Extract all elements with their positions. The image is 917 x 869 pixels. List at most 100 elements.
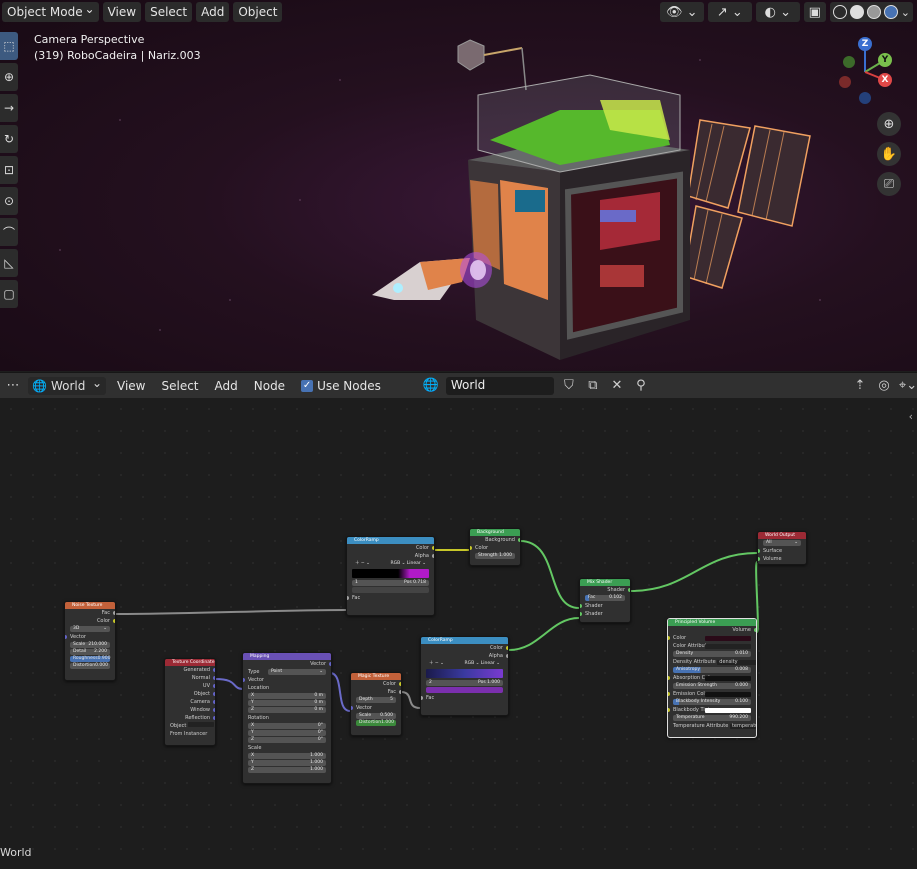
duplicate-icon[interactable]: ⧉	[584, 377, 602, 395]
node-menu-select[interactable]: Select	[156, 377, 203, 395]
color-attribute-row[interactable]: Color Attribute	[668, 642, 756, 650]
node-texture-coordinate[interactable]: Texture Coordinate Generated Normal UV O…	[164, 658, 216, 746]
annotate-icon[interactable]: ⌒	[0, 218, 18, 246]
rendered-shading-icon[interactable]	[883, 5, 898, 19]
pan-hand-icon[interactable]: ✋	[877, 142, 901, 166]
depth-field[interactable]: Depth 5	[356, 697, 396, 703]
node-colorramp-2[interactable]: ColorRamp Color Alpha ＋ − ⌄ RGB ⌄ Linear …	[420, 636, 509, 716]
menu-view[interactable]: View	[102, 2, 142, 22]
density-field[interactable]: Density 0.010	[673, 651, 751, 657]
solid-shading-icon[interactable]	[849, 5, 864, 19]
node-background[interactable]: Background Background Color Strength 1.00…	[469, 528, 521, 566]
temperature-attribute-row[interactable]: Temperature Attribute temperature	[668, 722, 756, 730]
scale-field[interactable]: Scale 0.500	[356, 713, 396, 719]
location-x-field[interactable]: X0 m	[248, 693, 326, 699]
from-instancer-checkbox[interactable]: From Instancer	[165, 730, 215, 738]
node-principled-volume[interactable]: Principled Volume Volume Color Color Att…	[667, 618, 757, 738]
parent-node-tree-icon[interactable]: ⇡	[851, 377, 869, 395]
menu-add[interactable]: Add	[196, 2, 230, 22]
zoom-icon[interactable]: ⊕	[877, 112, 901, 136]
use-nodes-checkbox[interactable]: ✓	[301, 379, 314, 392]
rotation-y-field[interactable]: Y 0°	[248, 730, 326, 736]
cursor-icon[interactable]: ⊕	[0, 63, 18, 91]
anisotropy-field[interactable]: Anisotropy 0.008	[673, 667, 751, 673]
location-z-field[interactable]: Z0 m	[248, 707, 326, 713]
node-menu-view[interactable]: View	[112, 377, 150, 395]
shader-type-select[interactable]: 🌐 World	[28, 376, 106, 395]
ramp-mode-select[interactable]: ＋ − ⌄ RGB ⌄ Linear ⌄	[352, 561, 429, 567]
ramp-stop-fields[interactable]: 1 Pos 0.718	[352, 580, 429, 586]
rotate-icon[interactable]: ↻	[0, 125, 18, 153]
add-cube-icon[interactable]: ▢	[0, 280, 18, 308]
axis-y-icon[interactable]: Y	[878, 53, 892, 67]
move-icon[interactable]: →	[0, 94, 18, 122]
sidebar-toggle-icon[interactable]: ‹	[909, 410, 913, 423]
blackbody-tint-row[interactable]: Blackbody Tint	[668, 706, 756, 714]
scale-x-field[interactable]: X 1.000	[248, 753, 326, 759]
menu-object[interactable]: Object	[233, 2, 283, 22]
ramp-mode-select[interactable]: ＋ − ⌄ RGB ⌄ Linear ⌄	[426, 661, 503, 667]
menu-select[interactable]: Select	[145, 2, 193, 22]
target-select[interactable]: All ⌄	[763, 540, 801, 546]
node-world-output[interactable]: World Output All ⌄ Surface Volume	[757, 531, 807, 565]
dimensions-select[interactable]: 3D ⌄	[70, 626, 110, 632]
scale-field[interactable]: Scale 210.000	[70, 642, 110, 648]
mode-select[interactable]: Object Mode	[2, 1, 99, 22]
scale-z-field[interactable]: Z 1.000	[248, 767, 326, 773]
density-attribute-row[interactable]: Density Attribute density	[668, 658, 756, 666]
editor-type-icon[interactable]: ⋯	[4, 377, 22, 395]
wireframe-shading-icon[interactable]	[832, 5, 847, 19]
object-picker[interactable]: Object	[165, 722, 215, 730]
distortion-field[interactable]: Distortion 1.000	[356, 720, 396, 726]
navigation-gizmo[interactable]: Z Y X	[829, 36, 899, 106]
overlays-icon[interactable]: ◐ ⌄	[755, 2, 800, 22]
shading-dropdown-icon[interactable]: ⌄	[901, 6, 910, 19]
distortion-field[interactable]: Distortion 0.000	[70, 663, 110, 669]
ramp-stop-fields[interactable]: 2 Pos 1.000	[426, 680, 503, 686]
overlay-icon[interactable]: ◎	[875, 377, 893, 395]
xray-icon[interactable]: ▣	[803, 2, 826, 22]
roughness-field[interactable]: Roughness 0.900	[70, 656, 110, 662]
visibility-icon[interactable]: 👁 ⌄	[659, 2, 704, 22]
scale-icon[interactable]: ⊡	[0, 156, 18, 184]
node-menu-add[interactable]: Add	[210, 377, 243, 395]
emission-strength-field[interactable]: Emission Strength 0.000	[673, 683, 751, 689]
axis-x-icon[interactable]: X	[878, 73, 892, 87]
node-mapping[interactable]: Mapping Vector Type Point ⌄ Vector Locati…	[242, 652, 332, 784]
strength-field[interactable]: Strength 1.000	[475, 553, 515, 559]
rotation-z-field[interactable]: Z 0°	[248, 737, 326, 743]
detail-field[interactable]: Detail 2.200	[70, 649, 110, 655]
node-magic-texture[interactable]: Magic Texture Color Fac Depth 5 Vector Sc…	[350, 672, 402, 736]
scale-y-field[interactable]: Y 1.000	[248, 760, 326, 766]
gizmo-toggle-icon[interactable]: ↗ ⌄	[707, 2, 752, 22]
snap-icon[interactable]: ⌖⌄	[899, 377, 917, 395]
node-mix-shader[interactable]: Mix Shader Shader Fac 0.102 Shader Shader	[579, 578, 631, 623]
world-name-field[interactable]: World	[445, 376, 554, 395]
material-shading-icon[interactable]	[866, 5, 881, 19]
node-colorramp-1[interactable]: ColorRamp Color Alpha ＋ − ⌄ RGB ⌄ Linear …	[346, 536, 435, 616]
blackbody-intensity-field[interactable]: Blackbody Intensity 0.100	[673, 699, 751, 705]
world-browse-icon[interactable]: 🌐	[422, 377, 440, 395]
rotation-x-field[interactable]: X 0°	[248, 723, 326, 729]
fake-user-shield-icon[interactable]: ⛉	[560, 377, 578, 395]
pin-icon[interactable]: ⚲	[632, 377, 650, 395]
measure-icon[interactable]: ◺	[0, 249, 18, 277]
node-menu-node[interactable]: Node	[249, 377, 290, 395]
temperature-field[interactable]: Temperature 990.200	[673, 715, 751, 721]
transform-icon[interactable]: ⊙	[0, 187, 18, 215]
color-ramp-gradient[interactable]	[426, 669, 503, 678]
absorption-color-row[interactable]: Absorption Color	[668, 674, 756, 682]
ramp-stop-color[interactable]	[352, 587, 429, 593]
node-noise-texture[interactable]: Noise Texture Fac Color 3D ⌄ Vector Scale…	[64, 601, 116, 681]
fac-field[interactable]: Fac 0.102	[585, 595, 625, 601]
color-row[interactable]: Color	[668, 634, 756, 642]
emission-color-row[interactable]: Emission Color	[668, 690, 756, 698]
axis-z-icon[interactable]: Z	[858, 37, 872, 51]
camera-view-icon[interactable]: ⎚	[877, 172, 901, 196]
location-y-field[interactable]: Y0 m	[248, 700, 326, 706]
ramp-stop-color[interactable]	[426, 687, 503, 693]
select-box-icon[interactable]: ⬚	[0, 32, 18, 60]
unlink-close-icon[interactable]: ✕	[608, 377, 626, 395]
3d-viewport[interactable]: Object Mode View Select Add Object 👁 ⌄ ↗…	[0, 0, 917, 371]
use-nodes-toggle[interactable]: ✓ Use Nodes	[296, 377, 386, 395]
